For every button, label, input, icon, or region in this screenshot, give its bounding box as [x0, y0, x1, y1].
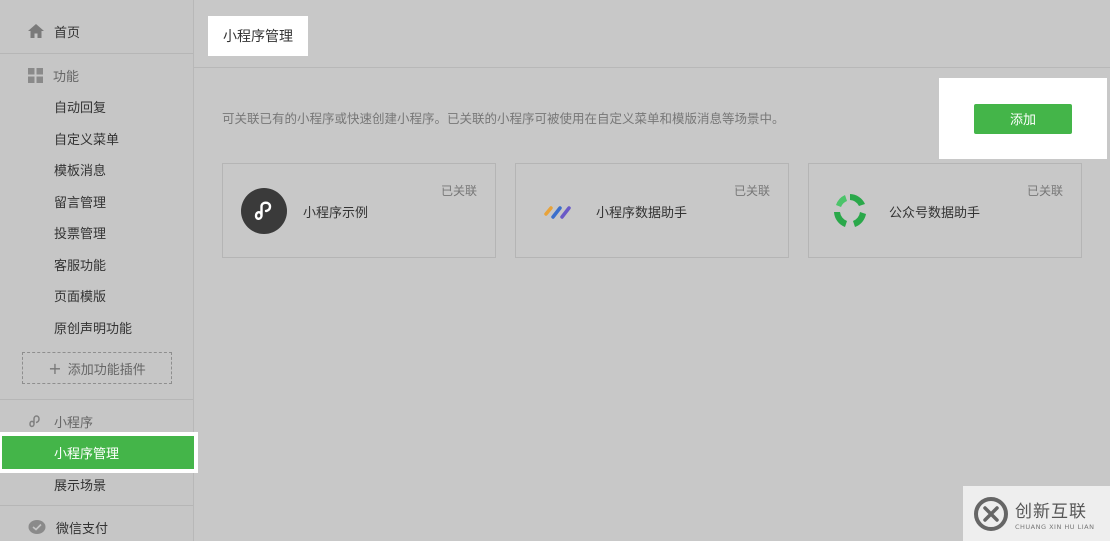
plus-icon: + [48, 358, 62, 378]
sidebar-item-voting[interactable]: 投票管理 [0, 219, 193, 245]
watermark-en: CHUANG XIN HU LIAN [1015, 522, 1095, 531]
page-header: 小程序管理 [194, 0, 1110, 68]
status-label: 已关联 [1026, 184, 1063, 198]
section-label: 小程序 [54, 415, 94, 431]
section-label: 功能 [53, 69, 80, 85]
sidebar-item-template-message[interactable]: 模板消息 [0, 156, 193, 182]
card-name: 小程序示例 [303, 206, 369, 221]
grid-icon [28, 67, 43, 83]
card-name: 公众号数据助手 [889, 206, 981, 221]
data-assistant-icon [544, 206, 571, 219]
tab-miniprogram-management[interactable]: 小程序管理 [208, 16, 308, 56]
watermark-logo: 创新互联 CHUANG XIN HU LIAN [963, 486, 1110, 541]
section-miniprogram: 小程序 [0, 407, 193, 435]
status-label: 已关联 [733, 184, 770, 198]
sidebar-item-customer-service[interactable]: 客服功能 [0, 251, 193, 277]
sidebar-item-page-template[interactable]: 页面模版 [0, 282, 193, 308]
miniprogram-card[interactable]: 已关联 小程序示例 [222, 163, 496, 258]
sidebar-item-home[interactable]: 首页 [0, 11, 193, 51]
green-cycle-icon [834, 194, 866, 227]
watermark-cn: 创新互联 [1015, 501, 1087, 522]
add-button-highlight: 添加 [939, 78, 1107, 159]
sidebar-item-original-declaration[interactable]: 原创声明功能 [0, 314, 193, 340]
sidebar-item-wechat-pay[interactable]: 微信支付 [0, 507, 193, 541]
section-function: 功能 [0, 61, 193, 89]
sidebar-item-display-scene[interactable]: 展示场景 [0, 471, 193, 497]
wechat-pay-icon [28, 520, 46, 534]
miniprogram-icon [29, 415, 40, 428]
home-icon [28, 24, 44, 38]
divider [0, 399, 193, 400]
divider [0, 505, 193, 506]
add-plugin-button[interactable]: + 添加功能插件 [22, 352, 172, 384]
card-name: 小程序数据助手 [596, 206, 688, 221]
status-label: 已关联 [440, 184, 477, 198]
sidebar-item-comments[interactable]: 留言管理 [0, 188, 193, 214]
sidebar-item-auto-reply[interactable]: 自动回复 [0, 93, 193, 119]
miniprogram-card[interactable]: 已关联 公众号数据助手 [808, 163, 1082, 258]
sidebar-item-label: 微信支付 [56, 521, 109, 537]
miniprogram-card[interactable]: 已关联 小程序数据助手 [515, 163, 789, 258]
divider [0, 53, 193, 54]
add-button[interactable]: 添加 [974, 103, 1072, 134]
miniprogram-link-icon [241, 188, 287, 234]
logo-icon [974, 496, 1008, 531]
page-description: 可关联已有的小程序或快速创建小程序。已关联的小程序可被使用在自定义菜单和模版消息… [222, 111, 785, 126]
sidebar-item-miniprogram-management[interactable]: 小程序管理 [0, 432, 198, 473]
sidebar: 首页 功能 自动回复 自定义菜单 模板消息 留言管理 投票管理 客服功能 页面模… [0, 0, 198, 541]
sidebar-item-label: 首页 [54, 25, 81, 41]
sidebar-item-custom-menu[interactable]: 自定义菜单 [0, 125, 193, 151]
